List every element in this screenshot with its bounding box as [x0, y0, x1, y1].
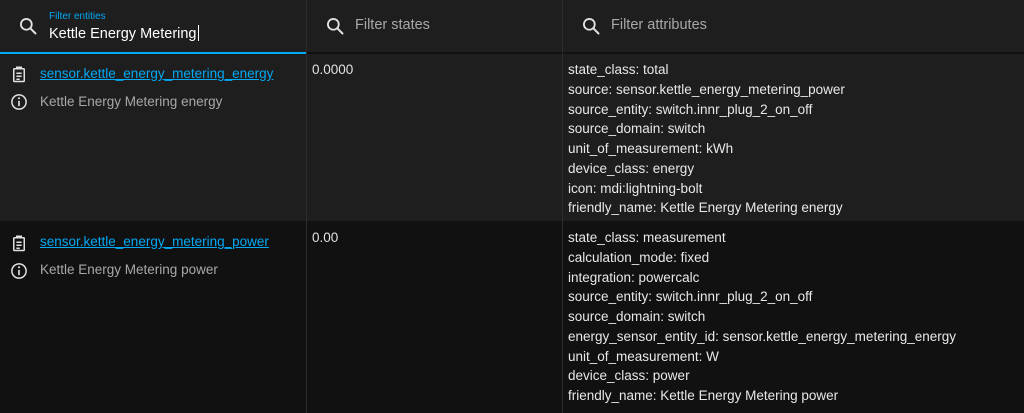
entity-id-link[interactable]: sensor.kettle_energy_metering_power	[40, 234, 269, 249]
attribute-line: state_class: measurement	[568, 230, 726, 245]
filter-attributes-field[interactable]: Filter attributes	[563, 0, 1024, 52]
attribute-line: unit_of_measurement: W	[568, 348, 719, 364]
filter-entities-label: Filter entities	[49, 11, 106, 22]
filter-attributes-input[interactable]: Filter attributes	[611, 17, 707, 33]
column-divider	[562, 0, 563, 413]
clipboard-icon[interactable]	[10, 234, 28, 252]
attribute-line: friendly_name: Kettle Energy Metering en…	[568, 200, 843, 216]
filter-entities-value: Kettle Energy Metering	[49, 26, 197, 42]
search-icon	[327, 18, 344, 35]
entity-state-value: 0.0000	[312, 62, 354, 77]
attribute-line: calculation_mode: fixed	[568, 249, 710, 265]
info-icon[interactable]	[10, 262, 28, 280]
filter-states-field[interactable]: Filter states	[307, 0, 562, 52]
attribute-line: source_domain: switch	[568, 309, 706, 324]
entity-id-link[interactable]: sensor.kettle_energy_metering_energy	[40, 66, 273, 81]
entity-friendly-name: Kettle Energy Metering power	[40, 262, 218, 277]
entity-attributes: state_class: measurement calculation_mod…	[568, 228, 956, 406]
text-caret	[197, 25, 199, 41]
attribute-line: device_class: energy	[568, 160, 695, 176]
clipboard-icon[interactable]	[10, 65, 28, 83]
search-icon	[20, 18, 37, 35]
attribute-line: energy_sensor_entity_id: sensor.kettle_e…	[568, 328, 956, 344]
entity-friendly-name: Kettle Energy Metering energy	[40, 94, 223, 109]
attribute-line: device_class: power	[568, 368, 690, 384]
attribute-line: friendly_name: Kettle Energy Metering po…	[568, 388, 839, 403]
attribute-line: source_entity: switch.innr_plug_2_on_off	[568, 101, 813, 117]
filter-states-input[interactable]: Filter states	[355, 17, 430, 33]
entity-attributes: state_class: total source: sensor.kettle…	[568, 60, 845, 218]
filter-entities-field[interactable]: Filter entities Kettle Energy Metering	[0, 0, 306, 54]
entity-state-value: 0.00	[312, 230, 339, 245]
attribute-line: icon: mdi:lightning-bolt	[568, 180, 703, 196]
attribute-line: state_class: total	[568, 62, 669, 77]
attribute-line: unit_of_measurement: kWh	[568, 141, 734, 156]
attribute-line: source_entity: switch.innr_plug_2_on_off	[568, 289, 813, 305]
attribute-line: integration: powercalc	[568, 269, 700, 285]
column-divider	[306, 0, 307, 413]
info-icon[interactable]	[10, 93, 28, 111]
attribute-line: source: sensor.kettle_energy_metering_po…	[568, 81, 845, 97]
attribute-line: source_domain: switch	[568, 121, 706, 137]
filter-entities-input[interactable]: Kettle Energy Metering	[49, 25, 199, 42]
search-icon	[583, 18, 600, 35]
developer-tools-states-table: Filter entities Kettle Energy Metering F…	[0, 0, 1024, 413]
